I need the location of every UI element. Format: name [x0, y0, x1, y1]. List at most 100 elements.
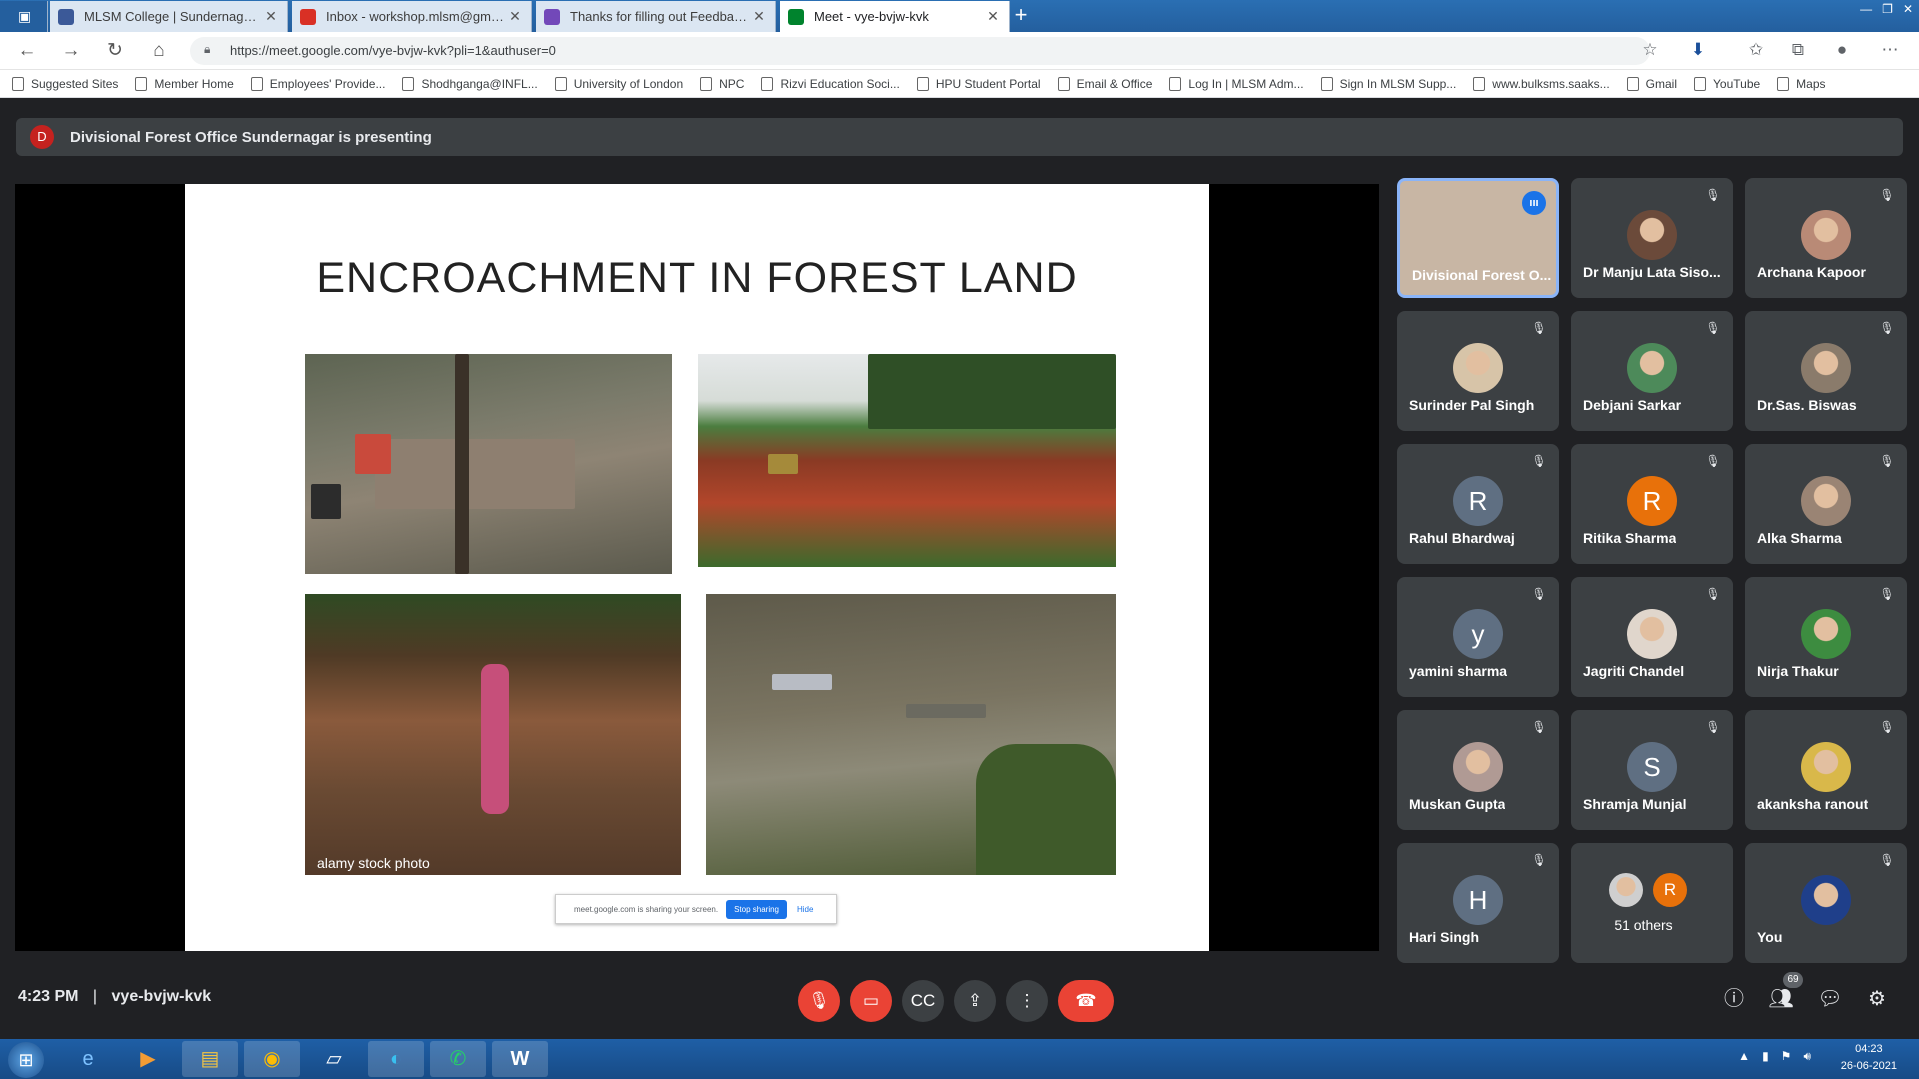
new-tab-button[interactable]: + — [1008, 3, 1034, 29]
restore-icon[interactable]: ❐ — [1882, 2, 1893, 16]
participant-tile[interactable]: H 🎙︎ Hari Singh — [1397, 843, 1559, 963]
bookmark-item[interactable]: University of London — [554, 76, 683, 91]
participant-tile[interactable]: 🎙︎ Surinder Pal Singh — [1397, 311, 1559, 431]
whatsapp-icon[interactable]: ✆ — [430, 1041, 486, 1077]
volume-icon[interactable]: 🔊︎ — [1803, 1049, 1811, 1064]
meeting-details-icon[interactable]: ⓘ — [1719, 984, 1749, 1014]
participant-name: Dr Manju Lata Siso... — [1583, 264, 1721, 280]
participant-tile[interactable]: 🎙︎ Dr Manju Lata Siso... — [1571, 178, 1733, 298]
tab-close-icon[interactable]: ✕ — [751, 8, 767, 25]
tab-close-icon[interactable]: ✕ — [985, 8, 1001, 25]
participant-tile[interactable]: 🎙︎ Alka Sharma — [1745, 444, 1907, 564]
leave-call-button[interactable]: ☎︎ — [1058, 980, 1114, 1022]
bookmark-item[interactable]: Email & Office — [1057, 76, 1152, 91]
participant-tile[interactable]: 🎙︎ Jagriti Chandel — [1571, 577, 1733, 697]
participant-avatar — [1801, 476, 1851, 526]
bookmark-item[interactable]: HPU Student Portal — [916, 76, 1041, 91]
bookmark-item[interactable]: www.bulksms.saaks... — [1473, 76, 1610, 91]
tab-close-icon[interactable]: ✕ — [507, 8, 523, 25]
bookmark-item[interactable]: NPC — [700, 76, 744, 91]
tab-4[interactable]: Meet - vye-bvjw-kvk ✕ — [780, 1, 1010, 32]
system-clock[interactable]: 04:23 26-06-2021 — [1841, 1041, 1897, 1075]
menu-dots-icon[interactable]: ⋯ — [1878, 38, 1902, 62]
media-player-icon[interactable]: ▶ — [120, 1041, 176, 1077]
slide-title: ENCROACHMENT IN FOREST LAND — [316, 254, 1078, 302]
tray-arrow-icon[interactable]: ▲ — [1738, 1049, 1750, 1064]
present-screen-button[interactable]: ⇪ — [954, 980, 996, 1022]
lock-icon: 🔒︎ — [204, 42, 211, 56]
bookmark-item[interactable]: Rizvi Education Soci... — [761, 76, 900, 91]
mic-off-button[interactable]: 🎙︎ — [798, 980, 840, 1022]
bookmark-page-icon — [1057, 76, 1070, 91]
camera-off-button[interactable]: ▭ — [850, 980, 892, 1022]
windows-taskbar: ⊞ e ▶ ▤ ◉ ▱ ◐ ✆ W ▲ ▮ ⚑ 🔊︎ 04:23 26-06-2… — [0, 1039, 1919, 1079]
network-icon[interactable]: ▮ — [1762, 1049, 1769, 1064]
bookmark-label: Employees' Provide... — [269, 76, 386, 91]
profile-icon[interactable]: ● — [1830, 38, 1854, 62]
tab-1[interactable]: MLSM College | Sundernagar, M...✕ — [50, 1, 288, 32]
participant-name: Rahul Bhardwaj — [1409, 530, 1515, 546]
back-icon[interactable]: ← — [14, 38, 40, 64]
people-icon[interactable]: 👥︎ — [1766, 984, 1796, 1014]
participant-tile[interactable]: 🎙︎ Debjani Sarkar — [1571, 311, 1733, 431]
stop-sharing-button[interactable]: Stop sharing — [726, 899, 787, 919]
tab-favicon-icon — [58, 8, 74, 25]
participant-tile[interactable]: S 🎙︎ Shramja Munjal — [1571, 710, 1733, 830]
tab-actions-icon[interactable]: ▣ — [0, 1, 48, 32]
flag-icon[interactable]: ⚑ — [1781, 1049, 1792, 1064]
bookmark-item[interactable]: Log In | MLSM Adm... — [1169, 76, 1304, 91]
participant-tile[interactable]: 🎙︎ Muskan Gupta — [1397, 710, 1559, 830]
participant-tile[interactable]: 🎙︎ You — [1745, 843, 1907, 963]
tab-3[interactable]: Thanks for filling out Feedback f... ✕ — [536, 1, 776, 32]
mic-muted-icon: 🎙︎ — [1705, 454, 1721, 468]
hide-notice-button[interactable]: Hide — [797, 905, 813, 914]
word-icon[interactable]: W — [492, 1041, 548, 1077]
bookmark-page-icon — [700, 76, 713, 91]
tab-2[interactable]: Inbox - workshop.mlsm@gmail.c... ✕ — [292, 1, 532, 32]
reload-icon[interactable]: ↻ — [102, 38, 128, 64]
participant-name: Alka Sharma — [1757, 530, 1842, 546]
bookmark-item[interactable]: Shodhganga@INFL... — [402, 76, 538, 91]
url-text[interactable]: https://meet.google.com/vye-bvjw-kvk?pli… — [230, 43, 556, 58]
captions-button[interactable]: CC — [902, 980, 944, 1022]
bookmark-item[interactable]: Employees' Provide... — [250, 76, 386, 91]
participant-tile[interactable]: R 🎙︎ Rahul Bhardwaj — [1397, 444, 1559, 564]
bookmark-item[interactable]: Gmail — [1626, 76, 1677, 91]
minimize-icon[interactable]: — — [1860, 2, 1872, 16]
close-window-icon[interactable]: ✕ — [1903, 2, 1913, 16]
chrome-icon[interactable]: ◉ — [244, 1041, 300, 1077]
participant-avatar — [1627, 343, 1677, 393]
tab-close-icon[interactable]: ✕ — [263, 8, 279, 25]
chat-icon[interactable]: 💬︎ — [1815, 984, 1845, 1014]
bookmark-item[interactable]: Suggested Sites — [12, 76, 118, 91]
more-options-button[interactable]: ⋮ — [1006, 980, 1048, 1022]
bookmark-page-icon — [1777, 76, 1790, 91]
participant-tile[interactable]: R 51 others — [1571, 843, 1733, 963]
messaging-icon[interactable]: ▱ — [306, 1041, 362, 1077]
bookmark-item[interactable]: YouTube — [1694, 76, 1760, 91]
participant-tile[interactable]: 🎙︎ Dr.Sas. Biswas — [1745, 311, 1907, 431]
participant-tile[interactable]: 🎙︎ akanksha ranout — [1745, 710, 1907, 830]
extension-icon[interactable]: ⬇ — [1686, 38, 1710, 62]
activities-icon[interactable]: ⚙︎ — [1862, 984, 1892, 1014]
participant-tile[interactable]: 🎙︎ Archana Kapoor — [1745, 178, 1907, 298]
bookmark-item[interactable]: Sign In MLSM Supp... — [1320, 76, 1456, 91]
start-button[interactable]: ⊞ — [8, 1042, 44, 1078]
edge-icon[interactable]: ◐ — [368, 1041, 424, 1077]
favorites-icon[interactable]: ✩ — [1744, 38, 1768, 62]
participant-avatar — [1627, 210, 1677, 260]
collections-icon[interactable]: ⧉ — [1786, 38, 1810, 62]
internet-explorer-icon[interactable]: e — [60, 1041, 116, 1077]
participant-tile[interactable]: R 🎙︎ Ritika Sharma — [1571, 444, 1733, 564]
forward-icon[interactable]: → — [58, 38, 84, 64]
participant-tile[interactable]: y 🎙︎ yamini sharma — [1397, 577, 1559, 697]
participant-tile[interactable]: 🎙︎ Nirja Thakur — [1745, 577, 1907, 697]
file-explorer-icon[interactable]: ▤ — [182, 1041, 238, 1077]
participant-avatar — [1627, 609, 1677, 659]
bookmark-item[interactable]: Member Home — [135, 76, 234, 91]
home-icon[interactable]: ⌂ — [146, 38, 172, 64]
bookmark-item[interactable]: Maps — [1777, 76, 1826, 91]
participant-tile[interactable]: ııı Divisional Forest O... — [1397, 178, 1559, 298]
favorite-star-icon[interactable]: ☆ — [1638, 38, 1662, 62]
bookmark-page-icon — [1169, 76, 1182, 91]
